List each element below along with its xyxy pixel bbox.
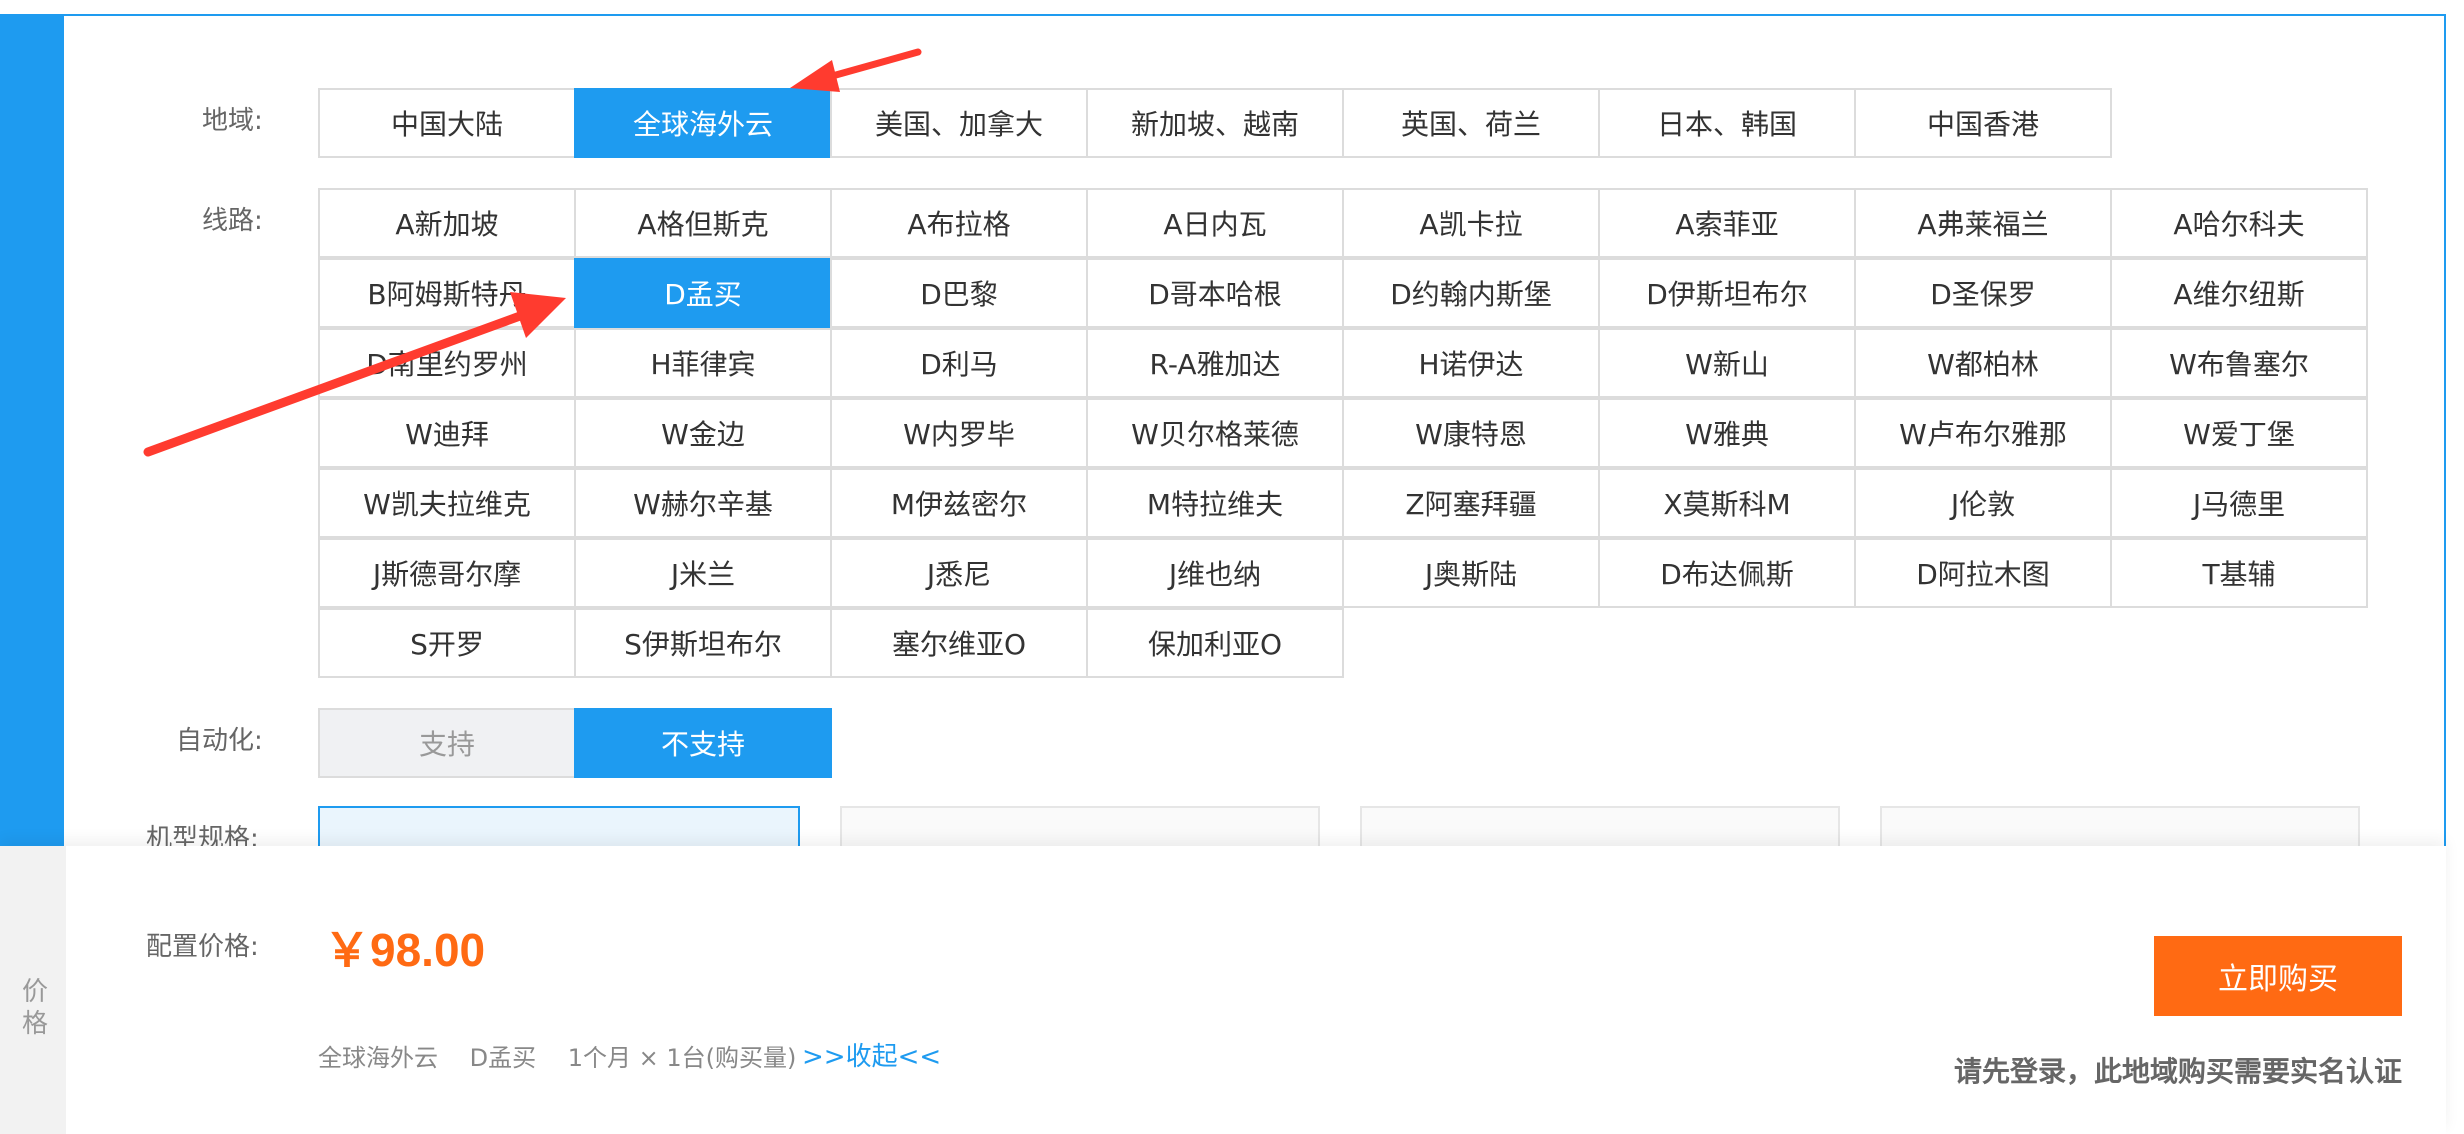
order-summary: 全球海外云 D孟买 1个月 × 1台(购买量) — [318, 1038, 820, 1073]
line-tab-26[interactable]: W内罗毕 — [830, 398, 1088, 468]
line-tab-41[interactable]: J米兰 — [574, 538, 832, 608]
line-tab-22[interactable]: W都柏林 — [1854, 328, 2112, 398]
line-tab-45[interactable]: D布达佩斯 — [1598, 538, 1856, 608]
price-side-label: 价格 — [21, 977, 48, 1039]
line-tab-17[interactable]: H菲律宾 — [574, 328, 832, 398]
arrow-to-global-cloud-icon — [790, 48, 922, 92]
line-tab-33[interactable]: W赫尔辛基 — [574, 468, 832, 538]
collapse-link[interactable]: >>收起<< — [802, 1036, 941, 1073]
price-label: 配置价格: — [146, 932, 259, 962]
line-tab-36[interactable]: Z阿塞拜疆 — [1342, 468, 1600, 538]
buy-now-button[interactable]: 立即购买 — [2154, 936, 2402, 1016]
line-tab-37[interactable]: X莫斯科M — [1598, 468, 1856, 538]
left-accent-bar — [0, 14, 64, 856]
line-tab-48[interactable]: S开罗 — [318, 608, 576, 678]
line-tab-31[interactable]: W爱丁堡 — [2110, 398, 2368, 468]
line-tab-16[interactable]: D南里约罗州 — [318, 328, 576, 398]
line-tab-3[interactable]: A日内瓦 — [1086, 188, 1344, 258]
automation-tab-1[interactable]: 不支持 — [574, 708, 832, 778]
line-tab-23[interactable]: W布鲁塞尔 — [2110, 328, 2368, 398]
region-label: 地域: — [202, 106, 263, 136]
line-label: 线路: — [202, 206, 263, 236]
line-tab-7[interactable]: A哈尔科夫 — [2110, 188, 2368, 258]
line-tab-12[interactable]: D约翰内斯堡 — [1342, 258, 1600, 328]
line-tab-51[interactable]: 保加利亚O — [1086, 608, 1344, 678]
line-tab-21[interactable]: W新山 — [1598, 328, 1856, 398]
price-side-tab: 价格 — [0, 846, 66, 1134]
region-tab-2[interactable]: 美国、加拿大 — [830, 88, 1088, 158]
price-value: ￥98.00 — [324, 924, 486, 976]
line-tab-4[interactable]: A凯卡拉 — [1342, 188, 1600, 258]
line-tab-6[interactable]: A弗莱福兰 — [1854, 188, 2112, 258]
line-tab-28[interactable]: W康特恩 — [1342, 398, 1600, 468]
line-tab-38[interactable]: J伦敦 — [1854, 468, 2112, 538]
line-tab-13[interactable]: D伊斯坦布尔 — [1598, 258, 1856, 328]
panel-right-border — [2444, 14, 2446, 856]
line-tab-15[interactable]: A维尔纽斯 — [2110, 258, 2368, 328]
line-tab-50[interactable]: 塞尔维亚O — [830, 608, 1088, 678]
line-tab-10[interactable]: D巴黎 — [830, 258, 1088, 328]
line-tab-18[interactable]: D利马 — [830, 328, 1088, 398]
region-tab-0[interactable]: 中国大陆 — [318, 88, 576, 158]
summary-duration: 1个月 × 1台(购买量) — [567, 1044, 797, 1072]
region-tab-6[interactable]: 中国香港 — [1854, 88, 2112, 158]
panel-top-border — [0, 14, 2446, 16]
line-tab-46[interactable]: D阿拉木图 — [1854, 538, 2112, 608]
line-tab-47[interactable]: T基辅 — [2110, 538, 2368, 608]
line-tab-27[interactable]: W贝尔格莱德 — [1086, 398, 1344, 468]
automation-tab-0[interactable]: 支持 — [318, 708, 576, 778]
line-tab-1[interactable]: A格但斯克 — [574, 188, 832, 258]
line-tab-35[interactable]: M特拉维夫 — [1086, 468, 1344, 538]
line-tab-49[interactable]: S伊斯坦布尔 — [574, 608, 832, 678]
automation-label: 自动化: — [176, 726, 263, 756]
price-panel: 价格 配置价格: ￥98.00 全球海外云 D孟买 1个月 × 1台(购买量) … — [0, 846, 2446, 1134]
line-tab-39[interactable]: J马德里 — [2110, 468, 2368, 538]
line-tab-32[interactable]: W凯夫拉维克 — [318, 468, 576, 538]
line-tab-34[interactable]: M伊兹密尔 — [830, 468, 1088, 538]
line-tab-43[interactable]: J维也纳 — [1086, 538, 1344, 608]
line-tab-29[interactable]: W雅典 — [1598, 398, 1856, 468]
line-tab-24[interactable]: W迪拜 — [318, 398, 576, 468]
line-tab-0[interactable]: A新加坡 — [318, 188, 576, 258]
line-tab-42[interactable]: J悉尼 — [830, 538, 1088, 608]
region-tab-5[interactable]: 日本、韩国 — [1598, 88, 1856, 158]
line-tab-44[interactable]: J奥斯陆 — [1342, 538, 1600, 608]
region-tab-3[interactable]: 新加坡、越南 — [1086, 88, 1344, 158]
line-tab-40[interactable]: J斯德哥尔摩 — [318, 538, 576, 608]
summary-line: D孟买 — [469, 1044, 537, 1072]
line-tab-14[interactable]: D圣保罗 — [1854, 258, 2112, 328]
region-tab-4[interactable]: 英国、荷兰 — [1342, 88, 1600, 158]
line-tab-2[interactable]: A布拉格 — [830, 188, 1088, 258]
region-tab-1[interactable]: 全球海外云 — [574, 88, 832, 158]
line-tab-11[interactable]: D哥本哈根 — [1086, 258, 1344, 328]
line-tab-30[interactable]: W卢布尔雅那 — [1854, 398, 2112, 468]
line-tab-9[interactable]: D孟买 — [574, 258, 832, 328]
login-hint: 请先登录，此地域购买需要实名认证 — [1953, 1055, 2402, 1088]
line-tab-5[interactable]: A索菲亚 — [1598, 188, 1856, 258]
summary-region: 全球海外云 — [318, 1044, 438, 1072]
line-tab-8[interactable]: B阿姆斯特丹 — [318, 258, 576, 328]
line-tab-25[interactable]: W金边 — [574, 398, 832, 468]
line-tab-20[interactable]: H诺伊达 — [1342, 328, 1600, 398]
line-tab-19[interactable]: R-A雅加达 — [1086, 328, 1344, 398]
